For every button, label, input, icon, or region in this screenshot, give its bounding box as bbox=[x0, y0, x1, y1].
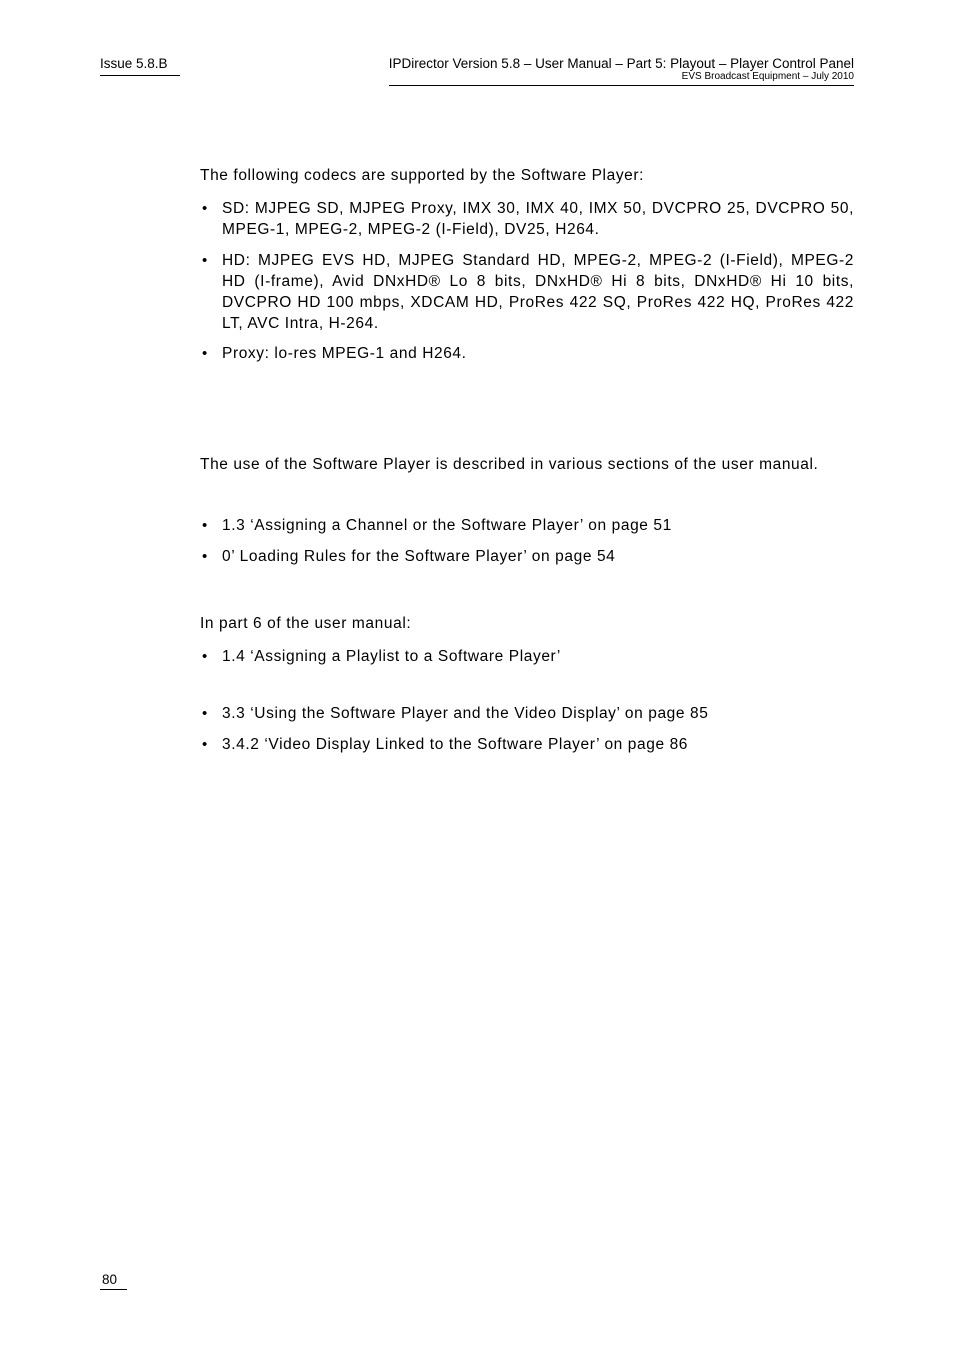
list-item: SD: MJPEG SD, MJPEG Proxy, IMX 30, IMX 4… bbox=[200, 199, 854, 241]
spacer bbox=[200, 383, 854, 455]
reference-list-1: 1.3 ‘Assigning a Channel or the Software… bbox=[200, 516, 854, 568]
list-item: 3.3 ‘Using the Software Player and the V… bbox=[200, 704, 854, 725]
page-header: Issue 5.8.B IPDirector Version 5.8 – Use… bbox=[100, 56, 854, 86]
reference-list-2: 1.4 ‘Assigning a Playlist to a Software … bbox=[200, 647, 854, 668]
header-title: IPDirector Version 5.8 – User Manual – P… bbox=[389, 56, 854, 71]
list-item: 1.4 ‘Assigning a Playlist to a Software … bbox=[200, 647, 854, 668]
list-item: 0’ Loading Rules for the Software Player… bbox=[200, 547, 854, 568]
spacer bbox=[200, 686, 854, 704]
list-item: 1.3 ‘Assigning a Channel or the Software… bbox=[200, 516, 854, 537]
spacer bbox=[200, 586, 854, 614]
page-number: 80 bbox=[100, 1272, 127, 1290]
spacer bbox=[200, 488, 854, 516]
list-item: HD: MJPEG EVS HD, MJPEG Standard HD, MPE… bbox=[200, 251, 854, 335]
list-item: 3.4.2 ‘Video Display Linked to the Softw… bbox=[200, 735, 854, 756]
codec-list: SD: MJPEG SD, MJPEG Proxy, IMX 30, IMX 4… bbox=[200, 199, 854, 365]
intro-paragraph-1: The following codecs are supported by th… bbox=[200, 166, 854, 187]
intro-paragraph-2: The use of the Software Player is descri… bbox=[200, 455, 854, 476]
header-subtitle: EVS Broadcast Equipment – July 2010 bbox=[389, 71, 854, 85]
page: Issue 5.8.B IPDirector Version 5.8 – Use… bbox=[0, 0, 954, 1350]
header-right: IPDirector Version 5.8 – User Manual – P… bbox=[389, 56, 854, 86]
page-content: The following codecs are supported by th… bbox=[200, 166, 854, 756]
reference-list-3: 3.3 ‘Using the Software Player and the V… bbox=[200, 704, 854, 756]
header-right-block: IPDirector Version 5.8 – User Manual – P… bbox=[389, 56, 854, 86]
list-item: Proxy: lo-res MPEG-1 and H264. bbox=[200, 344, 854, 365]
header-issue: Issue 5.8.B bbox=[100, 56, 180, 76]
intro-paragraph-3: In part 6 of the user manual: bbox=[200, 614, 854, 635]
